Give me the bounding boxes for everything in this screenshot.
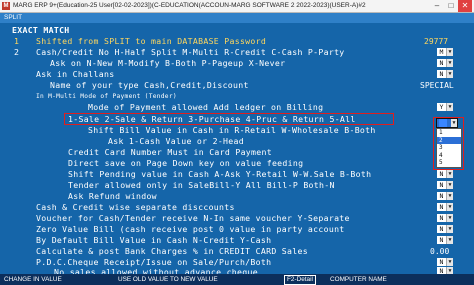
chevron-down-icon[interactable]: ▼ <box>446 103 453 111</box>
minimize-button[interactable]: – <box>430 0 444 12</box>
chevron-down-icon[interactable]: ▼ <box>446 170 453 178</box>
close-button[interactable]: ✕ <box>458 0 472 12</box>
chevron-down-icon[interactable]: ▼ <box>446 70 453 78</box>
value-field[interactable]: N <box>437 214 446 222</box>
setting-label: By Default Bill Value in Cash N-Credit Y… <box>36 235 272 245</box>
percent-value[interactable]: 0.00 <box>430 246 449 257</box>
exact-match-label: EXACT MATCH <box>12 25 70 35</box>
status-left: CHANGE IN VALUE <box>4 276 62 283</box>
setting-label: Name of your type Cash,Credit,Discount <box>50 80 249 90</box>
value-field[interactable]: Y <box>437 103 446 111</box>
value-field[interactable]: N <box>437 236 446 244</box>
setting-row[interactable]: Shift Bill Value in Cash in R-Retail W-W… <box>0 125 474 136</box>
setting-label: Ask Refund window <box>68 191 157 201</box>
setting-row[interactable]: By Default Bill Value in Cash N-Credit Y… <box>0 235 474 246</box>
chevron-down-icon[interactable]: ▼ <box>446 59 453 67</box>
dropdown-highlight-box <box>433 117 464 170</box>
setting-label: Credit Card Number Must in Card Payment <box>68 147 272 157</box>
setting-row[interactable]: Ask in Challans N ▼ <box>0 69 474 80</box>
setting-row[interactable]: Credit Card Number Must in Card Payment <box>0 147 474 158</box>
window-title: MARG ERP 9+(Education-25 User[02-02-2023… <box>13 2 366 9</box>
setting-label: Shifted from SPLIT to main DATABASE Pass… <box>36 36 267 46</box>
setting-label: Ask in Challans <box>36 69 115 79</box>
chevron-down-icon[interactable]: ▼ <box>446 225 453 233</box>
chevron-down-icon[interactable]: ▼ <box>446 236 453 244</box>
setting-row[interactable]: Zero Value Bill (cash receive post 0 val… <box>0 224 474 235</box>
setting-row[interactable]: 2 Cash/Credit No H-Half Split M-Multi R-… <box>0 47 474 58</box>
value-field[interactable]: N <box>437 192 446 200</box>
window-title-bar: M MARG ERP 9+(Education-25 User[02-02-20… <box>0 0 474 13</box>
value-field[interactable]: N <box>437 258 446 266</box>
setting-row[interactable]: Voucher for Cash/Tender receive N-In sam… <box>0 213 474 224</box>
value-field[interactable]: N <box>437 225 446 233</box>
setting-label: Tender allowed only in SaleBill-Y All Bi… <box>68 180 335 190</box>
setting-label: Zero Value Bill (cash receive post 0 val… <box>36 224 345 234</box>
chevron-down-icon[interactable]: ▼ <box>446 203 453 211</box>
chevron-down-icon[interactable]: ▼ <box>446 192 453 200</box>
chevron-down-icon[interactable]: ▼ <box>446 214 453 222</box>
setting-row[interactable]: Name of your type Cash,Credit,Discount S… <box>0 80 474 91</box>
value-field[interactable]: M <box>437 48 446 56</box>
setting-label: Ask 1-Cash Value or 2-Head <box>108 136 244 146</box>
setting-row[interactable]: Ask 1-Cash Value or 2-Head <box>0 136 474 147</box>
setting-label: Cash/Credit No H-Half Split M-Multi R-Cr… <box>36 47 345 57</box>
setting-row[interactable]: Ask Refund window N ▼ <box>0 191 474 202</box>
setting-label: Voucher for Cash/Tender receive N-In sam… <box>36 213 350 223</box>
password-value[interactable]: 29777 <box>424 36 448 47</box>
chevron-down-icon[interactable]: ▼ <box>446 48 453 56</box>
value-field[interactable]: N <box>437 70 446 78</box>
text-value[interactable]: SPECIAL <box>420 80 454 91</box>
row-number: 1 <box>14 36 20 46</box>
value-field[interactable]: N <box>437 181 446 189</box>
setting-row[interactable]: Calculate & post Bank Charges % in CREDI… <box>0 246 474 257</box>
sub-heading: In M-Multi Mode of Payment (Tender) <box>0 91 474 102</box>
setting-row[interactable]: 1 Shifted from SPLIT to main DATABASE Pa… <box>0 36 474 47</box>
setting-label: Mode of Payment allowed Add ledger on Bi… <box>88 102 324 112</box>
highlight-box <box>64 113 394 125</box>
status-hint: USE OLD VALUE TO NEW VALUE <box>118 276 218 283</box>
setting-row[interactable]: Shift Pending value in Cash A-Ask Y-Reta… <box>0 169 474 180</box>
config-screen: EXACT MATCH 1 Shifted from SPLIT to main… <box>0 23 474 277</box>
chevron-down-icon[interactable]: ▼ <box>446 181 453 189</box>
setting-label: Cash & Credit wise separate disccounts <box>36 202 235 212</box>
sub-heading-label: In M-Multi Mode of Payment (Tender) <box>36 93 177 100</box>
value-field[interactable]: N <box>437 170 446 178</box>
setting-label: Shift Bill Value in Cash in R-Retail W-W… <box>88 125 376 135</box>
chevron-down-icon[interactable]: ▼ <box>446 258 453 266</box>
setting-label: Direct save on Page Down key on value fe… <box>68 158 304 168</box>
setting-label: Calculate & post Bank Charges % in CREDI… <box>36 246 308 256</box>
value-field[interactable]: N <box>437 203 446 211</box>
value-field[interactable]: N <box>437 59 446 67</box>
setting-label: Ask on N-New M-Modify B-Both P-Pageup X-… <box>50 58 286 68</box>
row-number: 2 <box>14 47 20 57</box>
setting-row[interactable]: Mode of Payment allowed Add ledger on Bi… <box>0 102 474 113</box>
status-bar: CHANGE IN VALUE USE OLD VALUE TO NEW VAL… <box>0 274 474 285</box>
setting-row[interactable]: Direct save on Page Down key on value fe… <box>0 158 474 169</box>
module-header: SPLIT <box>0 13 474 23</box>
marg-logo-icon: M <box>2 2 10 10</box>
setting-label: Shift Pending value in Cash A-Ask Y-Reta… <box>68 169 372 179</box>
maximize-button[interactable]: □ <box>444 0 458 12</box>
window-controls: – □ ✕ <box>430 0 472 12</box>
module-title: SPLIT <box>4 14 23 21</box>
computer-name-label: COMPUTER NAME <box>330 276 387 283</box>
setting-row[interactable]: Cash & Credit wise separate disccounts N… <box>0 202 474 213</box>
f2-detail-key[interactable]: F2-Detail <box>284 275 316 285</box>
setting-row[interactable]: Tender allowed only in SaleBill-Y All Bi… <box>0 180 474 191</box>
setting-row[interactable]: Ask on N-New M-Modify B-Both P-Pageup X-… <box>0 58 474 69</box>
